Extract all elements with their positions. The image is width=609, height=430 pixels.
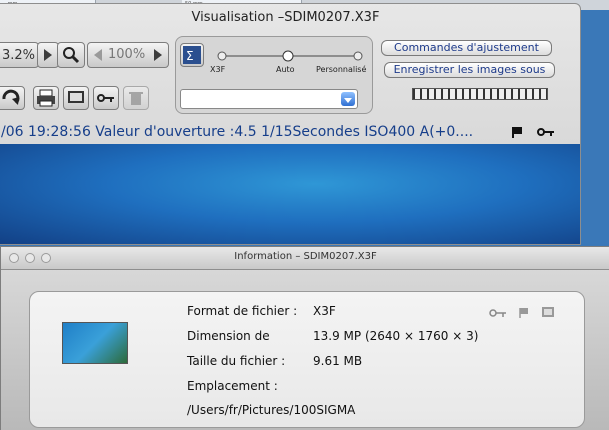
magnifier-icon [63,47,80,64]
info-title: Information – SDIM0207.X3F [234,251,377,262]
key-icon [537,128,554,136]
rotate-button[interactable] [0,86,25,110]
printer-icon [37,89,55,107]
exif-info-bar: /06 19:28:56 Valeur d'ouverture :4.5 1/1… [0,119,580,145]
trash-icon [129,92,143,105]
slider-label-auto: Auto [276,65,295,74]
triangle-right-icon [154,49,162,61]
size-value: 9.61 MB [313,354,363,368]
format-label: Format de fichier : [187,304,298,318]
dimension-value: 13.9 MP (2640 × 1760 × 3) [313,329,479,343]
info-window: Information – SDIM0207.X3F Format de fic… [0,246,609,430]
print-button[interactable] [33,86,59,110]
adjust-controls-button[interactable]: Commandes d'ajustement [381,40,552,56]
zoom-level-value: 3.2% [2,48,36,63]
location-value[interactable]: /Users/fr/Pictures/100SIGMA [187,403,355,417]
info-titlebar: Information – SDIM0207.X3F [1,247,609,270]
key-icon [97,94,114,102]
slider-label-custom: Personnalisé [316,65,367,74]
controls-panel: Σ X3F Auto Personnalisé [175,36,373,114]
viewer-title: Visualisation –SDIM0207.X3F [191,10,380,25]
x3f-button[interactable]: Σ [180,43,204,67]
monitor-icon [68,91,84,103]
key-icon [489,309,506,317]
size-label: Taille du fichier : [187,354,286,368]
dimension-row: Dimension de 13.9 MP (2640 × 1760 × 3) [187,329,478,343]
zoom-level-field[interactable]: 3.2% [0,42,39,68]
viewer-window: Visualisation –SDIM0207.X3F 3.2% 100% Σ … [0,3,581,245]
key-button[interactable] [93,86,119,110]
zoom-percent: 100% [108,47,146,62]
mode-slider[interactable] [216,47,366,65]
triangle-right-icon [44,49,52,61]
image-preview[interactable] [0,144,580,244]
tick-indicator-strip [412,88,548,100]
info-panel: Format de fichier : X3F Dimension de 13.… [29,291,585,428]
save-images-button[interactable]: Enregistrer les images sous [384,62,555,78]
size-row: Taille du fichier : 9.61 MB [187,354,362,368]
location-label: Emplacement : [187,379,278,393]
svg-text:Σ: Σ [186,49,194,63]
magnifier-button[interactable] [57,42,85,68]
monitor-icon [542,307,554,317]
zoom-next-button[interactable] [37,42,59,68]
preset-select[interactable] [180,89,358,109]
format-row: Format de fichier : X3F [187,304,336,318]
rotate-icon [2,89,20,105]
flag-icon [512,127,522,138]
photo-thumbnail [62,322,128,364]
slider-label-x3f: X3F [210,65,226,74]
triangle-left-icon [94,49,102,61]
exif-text: /06 19:28:56 Valeur d'ouverture :4.5 1/1… [1,124,474,140]
flag-icon [519,308,528,318]
x3f-icon: Σ [183,46,201,64]
dimension-label: Dimension de [187,329,270,343]
select-arrow-icon [341,92,355,106]
fullscreen-button[interactable] [63,86,89,110]
format-value: X3F [313,304,336,318]
zoom-stepper[interactable]: 100% [87,42,169,68]
delete-button[interactable] [123,86,149,110]
